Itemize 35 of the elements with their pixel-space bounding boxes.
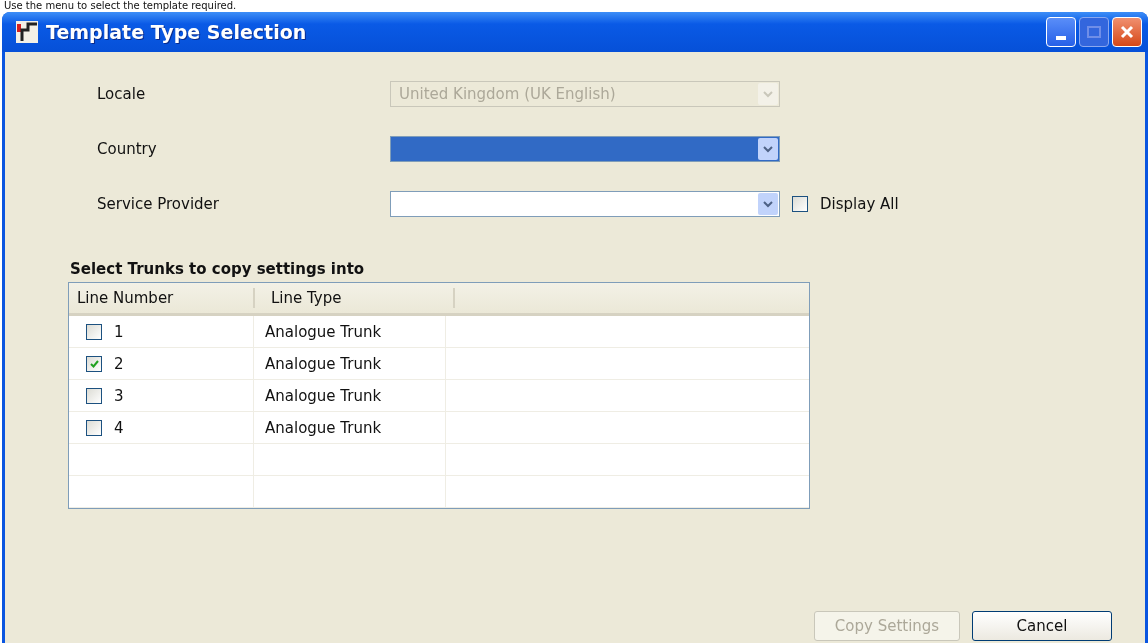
checkbox[interactable] (86, 419, 102, 436)
table-cell: 2 (114, 354, 124, 373)
maximize-icon (1087, 26, 1101, 38)
table-cell: Analogue Trunk (254, 412, 446, 443)
table-cell: 3 (114, 386, 124, 405)
dialog-button[interactable]: Cancel (972, 611, 1112, 641)
chevron-down-icon (763, 200, 773, 208)
minimize-icon (1056, 36, 1066, 40)
column-header[interactable]: Line Number (69, 288, 255, 308)
table-cell: Analogue Trunk (254, 348, 446, 379)
checkbox-label: Display All (820, 195, 899, 213)
minimize-button[interactable] (1046, 17, 1076, 47)
table-cell: 4 (114, 418, 124, 437)
close-button[interactable] (1112, 17, 1142, 47)
close-icon (1120, 25, 1134, 39)
field-label: Country (97, 140, 158, 158)
checkbox[interactable] (792, 196, 808, 212)
dropdown-field[interactable] (390, 136, 780, 162)
app-icon (16, 21, 38, 43)
chevron-down-icon (763, 90, 773, 98)
checkbox[interactable] (86, 387, 102, 404)
table-cell: Analogue Trunk (254, 380, 446, 411)
table-cell: Analogue Trunk (254, 316, 446, 347)
window-title: Template Type Selection (46, 21, 308, 43)
column-header[interactable]: Line Type (255, 288, 455, 308)
field-label: Service Provider (97, 195, 220, 213)
check-icon (89, 359, 99, 368)
chevron-down-icon (763, 145, 773, 153)
section-title: Select Trunks to copy settings into (70, 260, 366, 278)
checkbox[interactable] (86, 355, 102, 372)
checkbox[interactable] (86, 323, 102, 340)
instruction-text: Use the menu to select the template required. (3, 0, 238, 12)
field-label: Locale (97, 85, 147, 103)
dropdown-field[interactable] (390, 191, 780, 217)
table-cell: 1 (114, 322, 124, 341)
